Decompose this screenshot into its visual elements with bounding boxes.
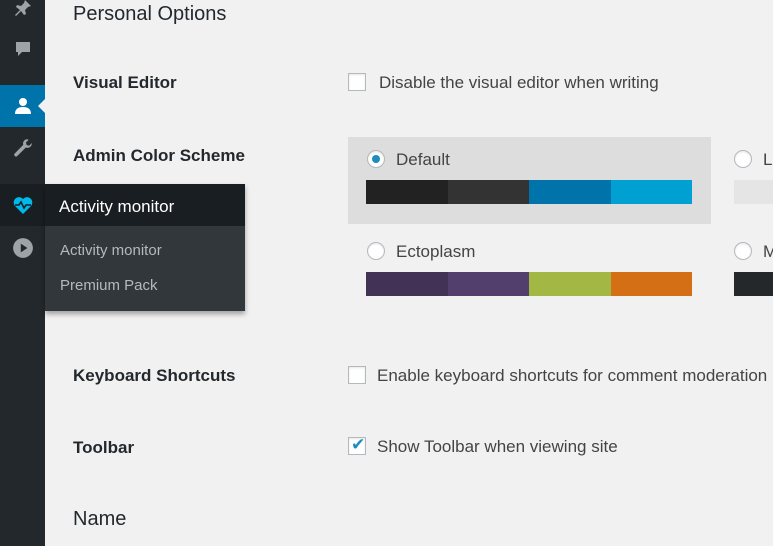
visual-editor-label: Visual Editor	[73, 73, 177, 92]
color-scheme-light-radio[interactable]	[734, 150, 752, 168]
section-title: Personal Options	[73, 3, 227, 25]
color-scheme-default-label[interactable]: Default	[396, 150, 450, 170]
users-icon[interactable]	[0, 85, 46, 127]
color-scheme-label: Admin Color Scheme	[73, 146, 245, 165]
toolbar-checkbox[interactable]: ✔	[348, 435, 366, 455]
color-scheme-midnight-label[interactable]: M	[763, 242, 773, 262]
swatch	[366, 180, 448, 204]
swatch	[734, 272, 773, 296]
toolbar-label: Toolbar	[73, 438, 135, 457]
color-scheme-ectoplasm-label[interactable]: Ectoplasm	[396, 242, 475, 262]
color-scheme-midnight[interactable]: M	[716, 229, 773, 316]
toolbar-checkbox-label[interactable]: Show Toolbar when viewing site	[377, 437, 618, 457]
keyboard-shortcuts-checkbox[interactable]	[348, 366, 366, 384]
play-icon[interactable]	[0, 227, 45, 269]
radio-selected-dot	[372, 155, 380, 163]
swatch	[529, 272, 611, 296]
active-menu-arrow	[38, 98, 46, 114]
swatch	[447, 180, 529, 204]
color-scheme-ectoplasm-swatches	[366, 272, 692, 296]
swatch	[610, 272, 692, 296]
tools-icon[interactable]	[0, 127, 45, 169]
color-scheme-midnight-swatches	[734, 272, 773, 296]
checkmark-icon: ✔	[351, 435, 366, 454]
swatch	[734, 180, 773, 204]
color-scheme-ectoplasm-radio[interactable]	[367, 242, 385, 260]
profile-content: Personal Options Visual Editor Disable t…	[73, 0, 773, 546]
admin-sidebar	[0, 0, 46, 546]
color-scheme-default-radio[interactable]	[367, 150, 385, 168]
color-scheme-midnight-radio[interactable]	[734, 242, 752, 260]
swatch	[529, 180, 611, 204]
color-scheme-default-swatches	[366, 180, 692, 204]
color-scheme-light-swatches	[734, 180, 773, 204]
visual-editor-checkbox[interactable]	[348, 73, 366, 91]
pin-icon[interactable]	[0, 0, 45, 29]
name-section-title: Name	[73, 508, 127, 530]
keyboard-shortcuts-label: Keyboard Shortcuts	[73, 366, 236, 385]
color-scheme-light[interactable]: L	[716, 137, 773, 224]
keyboard-shortcuts-checkbox-label[interactable]: Enable keyboard shortcuts for comment mo…	[377, 366, 767, 386]
swatch	[447, 272, 529, 296]
color-scheme-default[interactable]: Default	[348, 137, 711, 224]
heartbeat-icon[interactable]	[0, 184, 45, 226]
swatch	[366, 272, 448, 296]
swatch	[610, 180, 692, 204]
comments-icon[interactable]	[0, 28, 45, 70]
color-scheme-ectoplasm[interactable]: Ectoplasm	[348, 229, 711, 316]
visual-editor-checkbox-label[interactable]: Disable the visual editor when writing	[379, 73, 659, 93]
color-scheme-light-label[interactable]: L	[763, 150, 772, 170]
